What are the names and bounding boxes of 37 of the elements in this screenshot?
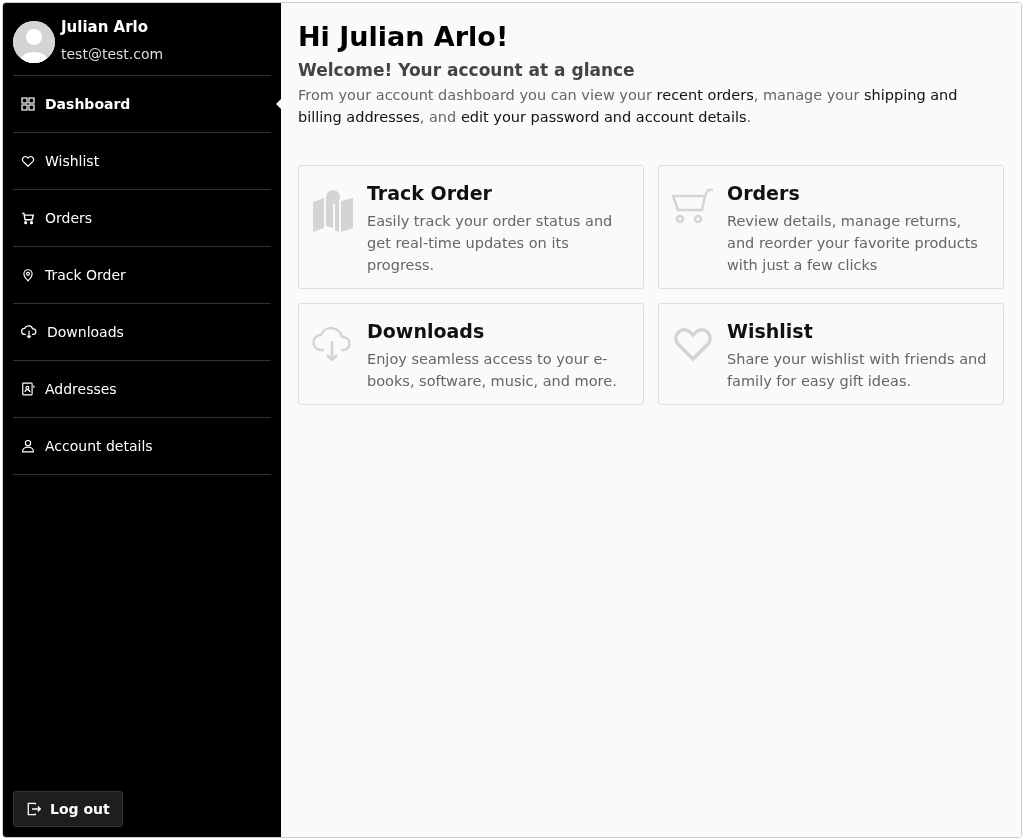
- pin-icon: [21, 268, 35, 282]
- feature-card[interactable]: Downloads Enjoy seamless access to your e-books, software, music, and more.: [298, 303, 644, 405]
- nav-item[interactable]: Account details: [13, 418, 271, 475]
- cloud-icon: [312, 326, 354, 362]
- feature-card[interactable]: Wishlist Share your wishlist with friends and family for easy gift ideas.: [658, 303, 1004, 405]
- card-description: Enjoy seamless access to your e-books, software, music, and more.: [367, 350, 618, 391]
- nav-item[interactable]: Addresses: [13, 361, 271, 418]
- grid-icon: [21, 97, 35, 111]
- card-description: Share your wishlist with friends and family for easy gift ideas.: [727, 350, 988, 391]
- card-description: Review details, manage returns, and reorder your favorite products with just a few clicks: [727, 212, 979, 275]
- feature-card[interactable]: Track Order Easily track your order status and get real-time updates on its progress.: [298, 165, 644, 289]
- card-title: Track Order: [367, 182, 493, 204]
- map-icon: [311, 188, 355, 232]
- contact-icon: [21, 382, 35, 396]
- feature-card[interactable]: Orders Review details, manage returns, and reorder your favorite products with just a few clicks: [658, 165, 1004, 289]
- card-title: Wishlist: [727, 320, 814, 342]
- heart-icon: [673, 326, 713, 362]
- cloud-icon: [21, 325, 37, 339]
- user-email: test@test.com: [61, 46, 164, 62]
- nav-item[interactable]: Wishlist: [13, 133, 271, 190]
- card-title: Downloads: [367, 320, 486, 342]
- nav-item[interactable]: Downloads: [13, 304, 271, 361]
- avatar-icon: [13, 21, 55, 63]
- heart-icon: [21, 154, 35, 168]
- logout-icon: [26, 802, 42, 816]
- nav-item[interactable]: Track Order: [13, 247, 271, 304]
- greeting-heading: Hi Julian Arlo!: [298, 21, 510, 52]
- intro-paragraph: From your account dashboard you can view your recent orders, manage your shipping and billing addresses, and edit your password and account details.: [298, 86, 959, 127]
- nav-item[interactable]: Orders: [13, 190, 271, 247]
- person-icon: [21, 439, 35, 453]
- card-description: Easily track your order status and get real-time updates on its progress.: [367, 212, 614, 275]
- cart-icon: [672, 188, 714, 224]
- card-title: Orders: [727, 182, 801, 204]
- welcome-subtitle: Welcome! Your account at a glance: [298, 60, 636, 80]
- cart-icon: [21, 211, 35, 225]
- user-name: Julian Arlo: [61, 18, 149, 36]
- logout-button[interactable]: Log out: [13, 791, 123, 827]
